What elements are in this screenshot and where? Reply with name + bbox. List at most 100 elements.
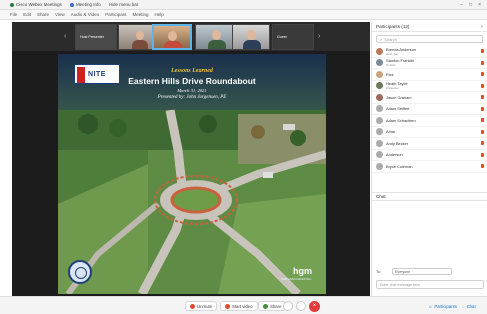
video-tile-active-speaker[interactable] (152, 24, 192, 50)
menu-item[interactable]: Help (154, 12, 163, 17)
video-tile-right-name: Guest (277, 35, 287, 39)
participant-face (247, 30, 256, 40)
video-off-icon (225, 303, 230, 309)
menu-item[interactable]: File (10, 12, 17, 17)
avatar (376, 128, 383, 136)
participant-name-block: Rick (386, 72, 487, 77)
participant-name-block: Adam Seiffert (386, 106, 487, 111)
minimize-icon[interactable]: – (460, 2, 463, 8)
menu-item[interactable]: Share (37, 12, 49, 17)
participant-name: Adam Schachten (386, 117, 416, 123)
microphone-muted-icon[interactable] (481, 83, 484, 88)
participant-name-block: Jason Graham (386, 95, 487, 100)
hgm-logo: hgm (293, 266, 312, 276)
participant-role: Cohost (386, 63, 396, 68)
menu-item[interactable]: View (55, 12, 65, 17)
video-tile-right[interactable]: Guest (272, 24, 314, 50)
microphone-muted-icon[interactable] (481, 95, 484, 100)
menu-item[interactable]: Edit (23, 12, 31, 17)
video-tile-participant[interactable] (232, 24, 270, 50)
microphone-muted-icon[interactable] (481, 60, 484, 65)
participant-row[interactable]: Rick (372, 69, 487, 81)
participants-header[interactable]: Participants (12) × (372, 22, 487, 32)
shared-slide: NITE Lessons Learned Eastern Hills Drive… (58, 54, 326, 294)
start-video-label: Start video (232, 303, 253, 309)
webex-logo-icon (10, 2, 14, 7)
avatar (376, 139, 383, 147)
menu-item[interactable]: Audio & Video (71, 12, 99, 17)
record-button[interactable] (283, 301, 293, 311)
chat-header[interactable]: Chat (372, 192, 487, 201)
microphone-muted-icon[interactable] (481, 152, 484, 157)
chat-recipient-value: Everyone (395, 270, 411, 274)
avatar (376, 151, 383, 159)
participant-row[interactable]: Bryce Coleman (372, 161, 487, 173)
unmute-label: Unmute (197, 303, 213, 309)
meeting-tab[interactable]: Cisco Webex Meetings (10, 2, 62, 7)
participant-search-input[interactable]: ⌕ Search (376, 35, 483, 43)
participant-row[interactable]: Brenda Anderson Host, me (372, 46, 487, 58)
participant-row[interactable]: Andy Becker (372, 138, 487, 150)
participant-name: Jason Graham (386, 94, 412, 100)
participant-row[interactable]: Adam Schachten (372, 115, 487, 127)
close-icon[interactable]: × (478, 2, 481, 8)
participant-name-block: Andy Becker (386, 141, 487, 146)
search-placeholder: Search (384, 36, 397, 42)
avatar (376, 59, 383, 67)
start-video-button[interactable]: Start video (220, 301, 258, 311)
chat-recipient-select[interactable]: Everyone (392, 268, 452, 275)
title-bar: Cisco Webex Meetings Meeting Info Hide m… (0, 0, 487, 10)
slide-date: March 31, 2021 (177, 88, 207, 93)
participant-row[interactable]: Stanton Franklin Cohost (372, 58, 487, 69)
microphone-muted-icon[interactable] (481, 141, 484, 146)
microphone-muted-icon[interactable] (481, 164, 484, 169)
close-panel-icon[interactable]: × (480, 24, 483, 29)
strip-next-arrow-icon[interactable]: › (318, 33, 320, 40)
speaker-face (168, 31, 177, 41)
participant-name-block: Adam Schachten (386, 118, 487, 123)
microphone-muted-icon[interactable] (481, 129, 484, 134)
microphone-muted-icon[interactable] (481, 106, 484, 111)
meeting-info-tab[interactable]: Meeting Info (69, 2, 101, 7)
participant-name: Andy Becker (386, 140, 409, 146)
microphone-muted-icon (190, 303, 195, 309)
maximize-icon[interactable]: □ (469, 2, 472, 8)
participant-name-block: Anderson (386, 152, 487, 157)
more-options-button[interactable] (296, 301, 306, 311)
menu-item[interactable]: Participant (105, 12, 126, 17)
slide-presenter: Presented by: John Jorgensen, PE (157, 95, 227, 100)
participant-role: Host, me (386, 51, 399, 56)
participant-row[interactable]: Amal (372, 127, 487, 138)
info-icon (69, 2, 74, 7)
participants-title: Participants (12) (376, 24, 410, 29)
participants-toggle-button[interactable]: ☺ Participants (428, 301, 457, 311)
video-tile-participant[interactable] (195, 24, 237, 50)
participant-row[interactable]: Jason Graham (372, 92, 487, 104)
strip-prev-arrow-icon[interactable]: ‹ (64, 33, 66, 40)
participant-row[interactable]: Adam Seiffert (372, 104, 487, 115)
unmute-button[interactable]: Unmute (185, 301, 218, 311)
window-controls: – □ × (460, 2, 481, 8)
end-meeting-button[interactable]: × (309, 301, 320, 312)
participant-name: Rick (386, 71, 394, 77)
microphone-muted-icon[interactable] (481, 118, 484, 123)
chat-message-input[interactable]: Enter chat message here (376, 280, 484, 289)
avatar (376, 116, 383, 124)
participant-row[interactable]: Anderson (372, 150, 487, 161)
participant-name: Anderson (386, 152, 403, 158)
participant-face (212, 30, 221, 40)
microphone-muted-icon[interactable] (481, 72, 484, 77)
search-icon: ⌕ (380, 36, 383, 42)
participant-name-block: Bryce Coleman (386, 164, 487, 169)
hide-menu-tab[interactable]: Hide menu bar (109, 2, 139, 7)
chat-bubble-icon: ◌ (462, 303, 465, 309)
share-label: Share (270, 303, 282, 309)
video-tile-left[interactable]: Host Presenter (75, 24, 117, 50)
menu-bar: File Edit Share View Audio & Video Participan… (0, 10, 487, 20)
chat-toggle-button[interactable]: ◌ Chat (462, 301, 476, 311)
meeting-info-label: Meeting Info (75, 2, 101, 7)
meeting-tab-label: Cisco Webex Meetings (16, 2, 62, 7)
participant-row[interactable]: Heath Taylor Presenter (372, 81, 487, 92)
microphone-muted-icon[interactable] (481, 49, 484, 54)
menu-item[interactable]: Meeting (132, 12, 148, 17)
